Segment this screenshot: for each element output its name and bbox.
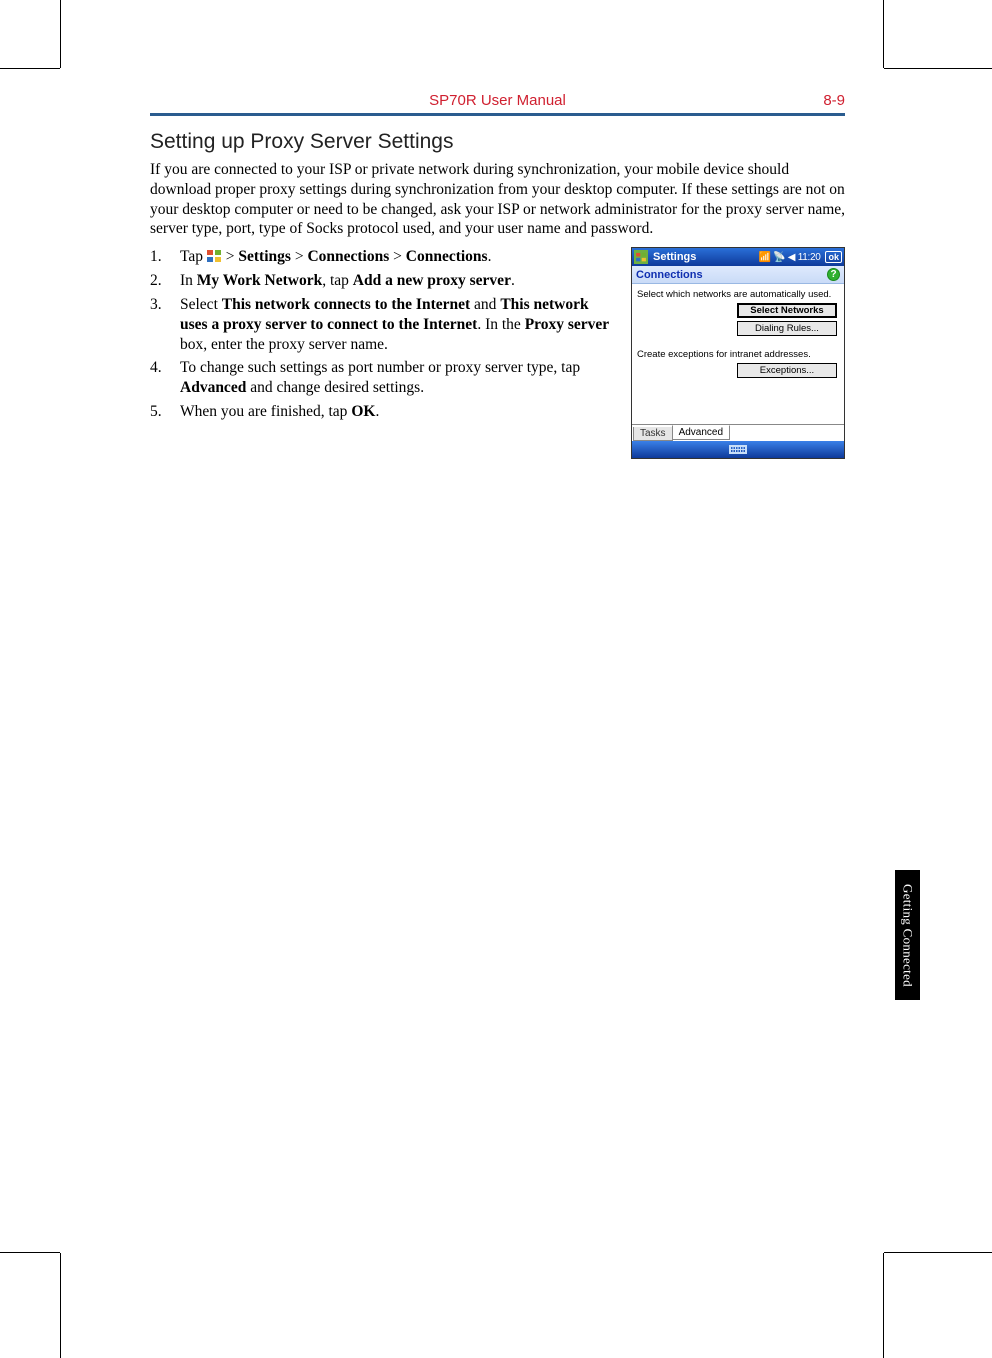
section-intro: If you are connected to your ISP or priv… — [150, 160, 845, 239]
text: > — [222, 248, 239, 265]
crop-mark — [884, 1252, 992, 1253]
crop-mark — [883, 1253, 884, 1358]
steps-column: Tap > Settings > Connections > Connectio… — [150, 247, 615, 426]
crop-mark — [60, 0, 61, 68]
text: Select — [180, 296, 222, 313]
steps-list: Tap > Settings > Connections > Connectio… — [150, 247, 615, 422]
screenshot-column: Settings 📶 📡 ◀ 11:20 ok Connections ? Se… — [631, 247, 845, 459]
text: . In the — [477, 316, 524, 333]
chapter-side-tab: Getting Connected — [895, 870, 920, 1000]
exceptions-button[interactable]: Exceptions... — [737, 363, 837, 378]
device-screenshot: Settings 📶 📡 ◀ 11:20 ok Connections ? Se… — [631, 247, 845, 459]
windows-start-icon — [207, 250, 222, 263]
device-bottombar — [632, 441, 844, 458]
manual-title: SP70R User Manual — [429, 92, 566, 109]
content-area: SP70R User Manual 8-9 Setting up Proxy S… — [150, 92, 845, 459]
crop-mark — [884, 68, 992, 69]
bold: This network connects to the Internet — [222, 296, 470, 313]
text: > — [291, 248, 308, 265]
start-button[interactable] — [634, 250, 648, 264]
windows-start-icon — [636, 253, 646, 262]
step-1: Tap > Settings > Connections > Connectio… — [150, 247, 615, 267]
titlebar-title: Settings — [653, 251, 696, 263]
bold: My Work Network — [197, 272, 322, 289]
text: To change such settings as port number o… — [180, 359, 580, 376]
step-5: When you are finished, tap OK. — [150, 402, 615, 422]
step-2: In My Work Network, tap Add a new proxy … — [150, 271, 615, 291]
crop-mark — [60, 1253, 61, 1358]
page-header: SP70R User Manual 8-9 — [150, 92, 845, 116]
text: Tap — [180, 248, 207, 265]
status-icons: 📶 📡 ◀ 11:20 — [759, 252, 821, 263]
bold: Settings — [238, 248, 291, 265]
crop-mark — [0, 1252, 60, 1253]
body-text: Select which networks are automatically … — [637, 289, 839, 300]
bold: Connections — [307, 248, 389, 265]
text: In — [180, 272, 197, 289]
bold: Proxy server — [525, 316, 610, 333]
crop-mark — [883, 0, 884, 68]
ok-button[interactable]: ok — [825, 251, 842, 263]
text: . — [488, 248, 492, 265]
text: and change desired settings. — [246, 379, 424, 396]
step-4: To change such settings as port number o… — [150, 358, 615, 398]
connections-link[interactable]: Connections — [636, 269, 703, 281]
crop-mark — [0, 68, 60, 69]
text: > — [389, 248, 406, 265]
text: When you are finished, tap — [180, 403, 351, 420]
keyboard-icon[interactable] — [729, 445, 747, 454]
tab-tasks[interactable]: Tasks — [633, 427, 673, 441]
section-title: Setting up Proxy Server Settings — [150, 130, 845, 154]
help-icon[interactable]: ? — [827, 268, 840, 281]
text: . — [375, 403, 379, 420]
text: and — [470, 296, 500, 313]
text: , tap — [322, 272, 353, 289]
page-number: 8-9 — [823, 92, 845, 109]
step-3: Select This network connects to the Inte… — [150, 295, 615, 354]
text: box, enter the proxy server name. — [180, 336, 388, 353]
device-tabs: Tasks Advanced — [632, 424, 844, 441]
device-titlebar: Settings 📶 📡 ◀ 11:20 ok — [632, 248, 844, 266]
tab-advanced[interactable]: Advanced — [672, 425, 730, 440]
bold: OK — [351, 403, 375, 420]
device-subbar: Connections ? — [632, 266, 844, 284]
select-networks-button[interactable]: Select Networks — [737, 303, 837, 318]
two-column-layout: Tap > Settings > Connections > Connectio… — [150, 247, 845, 459]
body-text: Create exceptions for intranet addresses… — [637, 349, 839, 360]
bold: Advanced — [180, 379, 246, 396]
page: SP70R User Manual 8-9 Setting up Proxy S… — [0, 0, 992, 1358]
dialing-rules-button[interactable]: Dialing Rules... — [737, 321, 837, 336]
text: . — [511, 272, 515, 289]
device-body: Select which networks are automatically … — [632, 284, 844, 424]
clock: 11:20 — [798, 252, 821, 263]
bold: Connections — [406, 248, 488, 265]
bold: Add a new proxy server — [353, 272, 511, 289]
